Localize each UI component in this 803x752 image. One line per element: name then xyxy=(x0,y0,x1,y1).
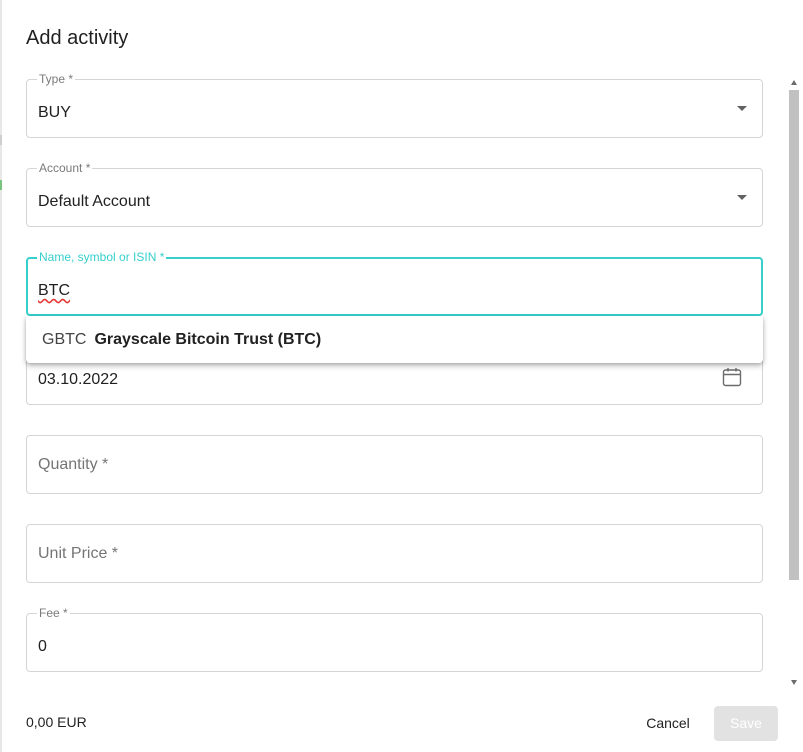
option-symbol: GBTC xyxy=(42,331,87,348)
quantity-placeholder: Quantity * xyxy=(38,456,109,473)
fee-field[interactable]: Fee * 0 xyxy=(26,606,763,672)
symbol-search-value[interactable]: BTC xyxy=(38,282,70,300)
dialog-scrollbar[interactable] xyxy=(788,75,800,689)
background-overlay-edge xyxy=(0,0,2,752)
account-label: Account * xyxy=(37,161,93,175)
scroll-down-icon[interactable] xyxy=(791,680,797,685)
scroll-up-icon[interactable] xyxy=(791,80,797,85)
type-select[interactable]: Type * BUY xyxy=(26,72,763,138)
symbol-search-label: Name, symbol or ISIN * xyxy=(37,250,167,264)
account-select[interactable]: Account * Default Account xyxy=(26,161,763,227)
quantity-field[interactable]: Quantity * xyxy=(26,435,763,494)
autocomplete-option[interactable]: GBTC Grayscale Bitcoin Trust (BTC) xyxy=(42,331,321,349)
cancel-button[interactable]: Cancel xyxy=(636,706,700,740)
total-amount: 0,00 EUR xyxy=(26,714,87,730)
symbol-search-input[interactable]: Name, symbol or ISIN * BTC xyxy=(26,250,763,316)
autocomplete-panel: GBTC Grayscale Bitcoin Trust (BTC) xyxy=(26,316,763,363)
fee-value[interactable]: 0 xyxy=(38,638,47,656)
date-value[interactable]: 03.10.2022 xyxy=(38,371,118,389)
background-mark xyxy=(0,180,2,190)
type-value: BUY xyxy=(38,104,71,121)
calendar-icon[interactable] xyxy=(722,367,742,387)
background-mark xyxy=(0,135,2,145)
unit-price-placeholder: Unit Price * xyxy=(38,545,119,562)
scroll-thumb[interactable] xyxy=(789,90,799,580)
chevron-down-icon[interactable] xyxy=(737,195,747,200)
chevron-down-icon[interactable] xyxy=(737,106,747,111)
unit-price-field[interactable]: Unit Price * xyxy=(26,524,763,583)
dialog-title: Add activity xyxy=(26,27,129,49)
fee-label: Fee * xyxy=(37,606,70,620)
account-value: Default Account xyxy=(38,193,151,210)
type-label: Type * xyxy=(37,72,76,86)
save-button[interactable]: Save xyxy=(714,706,778,741)
option-name: Grayscale Bitcoin Trust (BTC) xyxy=(94,331,322,348)
